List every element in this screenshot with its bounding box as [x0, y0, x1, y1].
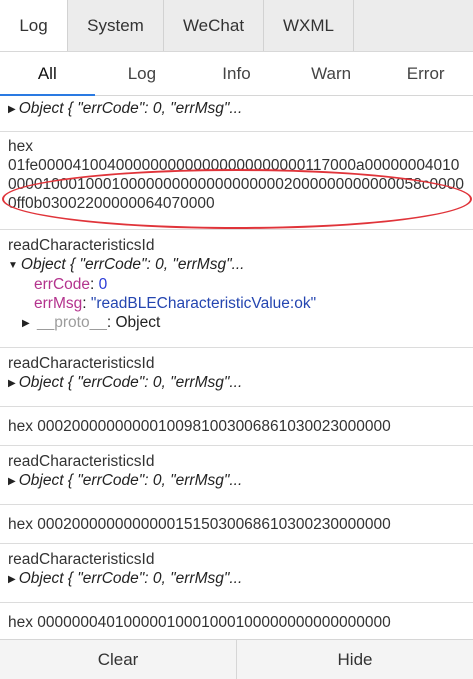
log-entry: hex 000000040100000100010001000000000000… [0, 603, 473, 639]
expand-triangle-icon[interactable]: ▶ [8, 378, 16, 389]
filter-info[interactable]: Info [189, 52, 284, 95]
property-key: __proto__ [37, 314, 107, 331]
property-key: errMsg [34, 295, 83, 312]
filter-error[interactable]: Error [378, 52, 473, 95]
property-key: errCode [34, 276, 90, 293]
log-label: readCharacteristicsId [8, 237, 155, 254]
property-value: 0 [98, 276, 108, 293]
expand-triangle-icon[interactable]: ▶ [22, 318, 30, 329]
log-entry-hex-highlighted: hex 01fe00004100400000000000000000000001… [0, 132, 473, 230]
filter-log[interactable]: Log [95, 52, 190, 95]
filter-all[interactable]: All [0, 52, 95, 96]
object-summary[interactable]: ▶ Object { "errCode": 0, "errMsg"... [8, 373, 465, 393]
object-summary[interactable]: ▶ Object { "errCode": 0, "errMsg"... [8, 471, 465, 491]
hex-value: hex 000000040100000100010001000000000000… [8, 614, 391, 631]
tab-wechat[interactable]: WeChat [164, 0, 264, 51]
log-entry-expanded: readCharacteristicsId ▼ Object { "errCode… [0, 230, 473, 348]
log-label: readCharacteristicsId [8, 355, 155, 372]
top-tab-bar: Log System WeChat WXML [0, 0, 473, 52]
log-label: readCharacteristicsId [8, 551, 155, 568]
filter-warn[interactable]: Warn [284, 52, 379, 95]
bottom-toolbar: Clear Hide [0, 639, 473, 679]
expand-triangle-icon[interactable]: ▶ [8, 476, 16, 487]
tab-system[interactable]: System [68, 0, 164, 51]
log-label: hex [8, 138, 33, 155]
hex-value: 01fe000041004000000000000000000000011700… [8, 157, 465, 212]
tab-bar-spacer [354, 0, 473, 51]
log-label: readCharacteristicsId [8, 453, 155, 470]
log-entry: hex 000200000000001009810030068610300230… [0, 407, 473, 446]
object-preview: Object { "errCode": 0, "errMsg"... [18, 472, 243, 489]
log-filter-bar: All Log Info Warn Error [0, 52, 473, 96]
object-preview: Object { "errCode": 0, "errMsg"... [18, 570, 243, 587]
log-entry: readCharacteristicsId ▶ Object { "errCode… [0, 348, 473, 407]
object-preview: Object { "errCode": 0, "errMsg"... [18, 374, 243, 391]
hex-value: hex 000200000000000015150300686103002300… [8, 516, 391, 533]
expand-triangle-icon[interactable]: ▶ [8, 574, 16, 585]
property-errcode: errCode: 0 [34, 276, 108, 293]
tab-log[interactable]: Log [0, 0, 68, 51]
property-value: "readBLECharacteristicValue:ok" [90, 295, 317, 312]
log-entry: ▶ Object { "errCode": 0, "errMsg"... [0, 96, 473, 132]
object-summary[interactable]: ▶ Object { "errCode": 0, "errMsg"... [8, 569, 465, 589]
hide-button[interactable]: Hide [236, 640, 473, 679]
expand-triangle-icon[interactable]: ▶ [8, 104, 16, 115]
object-preview: Object { "errCode": 0, "errMsg"... [20, 256, 245, 273]
property-errmsg: errMsg: "readBLECharacteristicValue:ok" [34, 295, 317, 312]
log-entry: readCharacteristicsId ▶ Object { "errCode… [0, 446, 473, 505]
object-summary[interactable]: ▶ Object { "errCode": 0, "errMsg"... [8, 99, 465, 119]
log-entry: hex 000200000000000015150300686103002300… [0, 505, 473, 544]
collapse-triangle-icon[interactable]: ▼ [8, 260, 18, 271]
hex-value: hex 000200000000001009810030068610300230… [8, 418, 391, 435]
log-entry: readCharacteristicsId ▶ Object { "errCode… [0, 544, 473, 603]
property-value: Object [115, 314, 161, 331]
object-summary[interactable]: ▼ Object { "errCode": 0, "errMsg"... [8, 255, 465, 275]
clear-button[interactable]: Clear [0, 640, 236, 679]
property-proto[interactable]: ▶ __proto__: Object [8, 313, 465, 333]
log-list[interactable]: ▶ Object { "errCode": 0, "errMsg"... hex … [0, 96, 473, 639]
object-preview: Object { "errCode": 0, "errMsg"... [18, 100, 243, 117]
tab-wxml[interactable]: WXML [264, 0, 354, 51]
